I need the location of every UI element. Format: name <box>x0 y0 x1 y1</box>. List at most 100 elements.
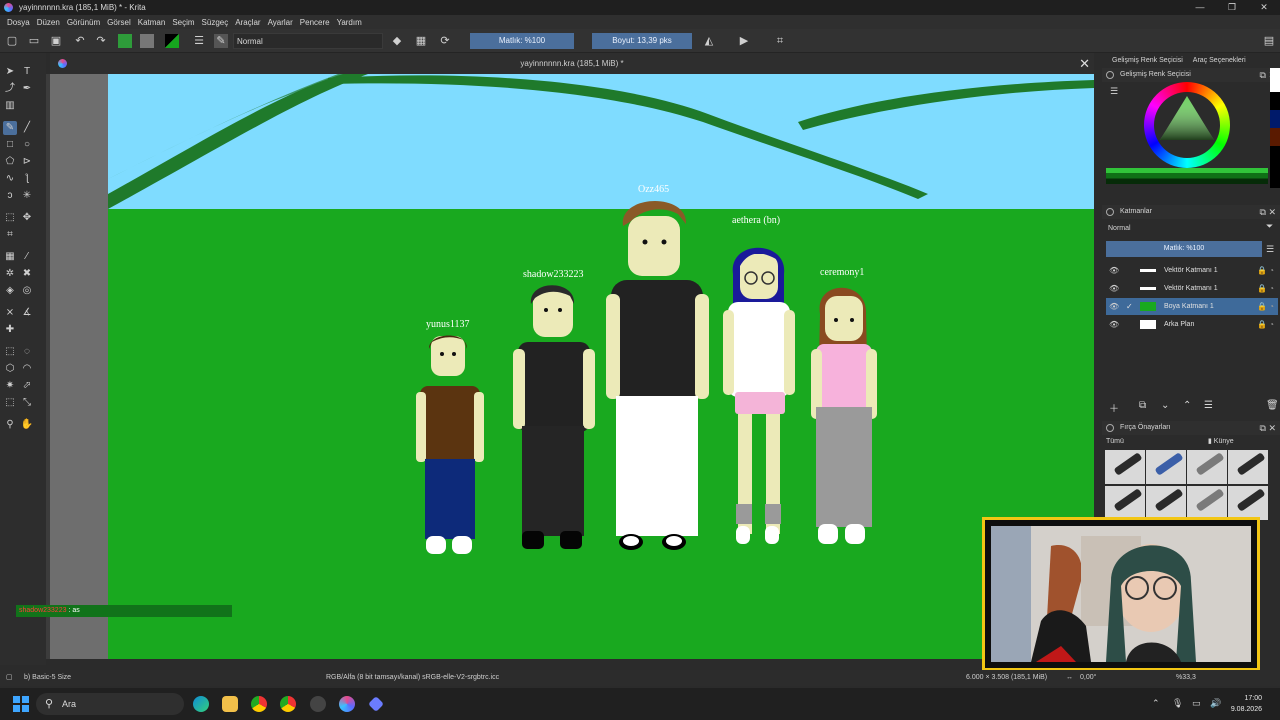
color-selector-settings-icon[interactable]: ☰ <box>1110 86 1118 97</box>
layer-lock-icons[interactable]: 🔒 ◔ <box>1257 280 1274 297</box>
menu-layer[interactable]: Katman <box>138 18 166 27</box>
mirror-vertical-icon[interactable]: ▶ <box>737 34 751 48</box>
maximize-button[interactable]: ❐ <box>1216 0 1248 15</box>
layer-lock-icons[interactable]: 🔒 ◔ <box>1257 316 1274 333</box>
mirror-horizontal-icon[interactable]: ◭ <box>702 34 716 48</box>
brush-preset[interactable] <box>1228 485 1268 520</box>
transform-tool-icon[interactable]: ⬚ <box>3 211 17 225</box>
menu-view[interactable]: Görünüm <box>67 18 100 27</box>
color-palette-strip[interactable] <box>1270 68 1280 188</box>
line-tool-icon[interactable]: ╱ <box>20 121 34 135</box>
open-folder-icon[interactable]: ▭ <box>27 34 41 48</box>
file-explorer-app-icon[interactable] <box>222 696 238 712</box>
app-taskbar-icon[interactable] <box>368 696 384 712</box>
layer-opacity-slider[interactable]: Matlık: %100 <box>1106 241 1262 257</box>
canvas-area[interactable]: yunus1137 shadow233223 Ozz465 aethera (b… <box>46 74 1094 659</box>
size-slider[interactable]: Boyut: 13,39 pks <box>592 33 692 49</box>
document-tab-title[interactable]: yayinnnnnn.kra (185,1 MiB) * <box>50 53 1094 74</box>
colorize-mask-tool-icon[interactable]: ✲ <box>3 267 17 281</box>
blend-mode-select[interactable]: Normal <box>233 33 383 49</box>
color-picker-tool-icon[interactable]: ⁄ <box>20 250 34 264</box>
minimize-button[interactable]: — <box>1184 0 1216 15</box>
undo-icon[interactable]: ↶ <box>73 34 87 48</box>
brush-preset[interactable] <box>1187 485 1227 520</box>
ellipse-select-tool-icon[interactable]: ◌ <box>20 345 34 359</box>
eraser-icon[interactable]: ◆ <box>390 34 404 48</box>
obs-app-icon[interactable] <box>310 696 326 712</box>
edge-app-icon[interactable] <box>193 696 209 712</box>
contiguous-select-tool-icon[interactable]: ✷ <box>3 379 17 393</box>
tray-chevron-icon[interactable]: ⌃ <box>1152 698 1160 709</box>
select-shapes-tool-icon[interactable]: ➤ <box>3 65 17 79</box>
add-layer-icon[interactable]: ＋ <box>1109 400 1119 415</box>
ellipse-tool-icon[interactable]: ○ <box>20 138 34 152</box>
chrome-app-icon-2[interactable] <box>280 696 296 712</box>
menu-tools[interactable]: Araçlar <box>235 18 260 27</box>
brush-tag-select[interactable]: ▮ Künye <box>1208 436 1268 448</box>
redo-icon[interactable]: ↷ <box>94 34 108 48</box>
close-document-icon[interactable]: ✕ <box>1079 56 1090 72</box>
zoom-status[interactable]: %33,3 <box>1176 670 1196 686</box>
menu-window[interactable]: Pencere <box>300 18 330 27</box>
fg-bg-color-icon[interactable] <box>165 34 179 48</box>
magnetic-select-tool-icon[interactable]: ⤡ <box>20 396 34 410</box>
docker-controls-icon[interactable]: ⧉ ✕ <box>1260 205 1276 219</box>
menu-settings[interactable]: Ayarlar <box>268 18 293 27</box>
brush-preset[interactable] <box>1146 450 1186 484</box>
system-clock[interactable]: 17:00 9.08.2026 <box>1231 693 1262 715</box>
menu-help[interactable]: Yardım <box>337 18 362 27</box>
save-icon[interactable]: ▣ <box>49 34 63 48</box>
network-icon[interactable]: ▭ <box>1192 698 1201 709</box>
layer-lock-icons[interactable]: 🔒 ◔ <box>1257 262 1274 279</box>
multibrush-tool-icon[interactable]: ✳ <box>20 189 34 203</box>
docker-lock-icon[interactable] <box>1106 424 1114 432</box>
bezier-select-tool-icon[interactable]: ⬚ <box>3 396 17 410</box>
crop-tool-icon[interactable]: ⌗ <box>3 228 17 242</box>
brush-preset[interactable] <box>1105 485 1145 520</box>
reload-preset-icon[interactable]: ⟳ <box>438 34 452 48</box>
brush-status-icon[interactable]: ▢ <box>6 670 13 686</box>
bezier-tool-icon[interactable]: ∿ <box>3 172 17 186</box>
layer-row[interactable]: 👁 Vektör Katmanı 1 🔒 ◔ <box>1106 262 1278 279</box>
move-layer-down-icon[interactable]: ⌄ <box>1161 400 1169 411</box>
volume-icon[interactable]: 🔊 <box>1210 698 1221 709</box>
delete-layer-icon[interactable]: 🗑 <box>1266 400 1279 411</box>
opacity-slider[interactable]: Matlık: %100 <box>470 33 574 49</box>
menu-filter[interactable]: Süzgeç <box>202 18 229 27</box>
visibility-eye-icon[interactable]: 👁 <box>1109 280 1119 297</box>
layer-blend-mode-select[interactable]: Normal <box>1106 222 1256 235</box>
polyline-tool-icon[interactable]: ⊳ <box>20 155 34 169</box>
visibility-eye-icon[interactable]: 👁 <box>1109 298 1119 315</box>
wrap-around-icon[interactable]: ⌗ <box>773 34 787 48</box>
enclose-fill-tool-icon[interactable]: ◎ <box>20 284 34 298</box>
brush-preset[interactable] <box>1187 450 1227 484</box>
dynamic-brush-tool-icon[interactable]: ↄ <box>3 189 17 203</box>
rotation-icon[interactable]: ↔ <box>1066 670 1073 686</box>
layer-options-icon[interactable]: ☰ <box>1266 244 1274 255</box>
painting-canvas[interactable]: yunus1137 shadow233223 Ozz465 aethera (b… <box>108 74 1094 659</box>
reference-images-tool-icon[interactable]: ✚ <box>3 323 17 337</box>
edit-shapes-tool-icon[interactable]: ⤴ <box>3 82 17 96</box>
visibility-eye-icon[interactable]: 👁 <box>1109 316 1119 333</box>
start-button[interactable] <box>13 696 29 712</box>
layer-lock-icons[interactable]: 🔒 ◔ <box>1257 298 1274 315</box>
brush-preset[interactable] <box>1146 485 1186 520</box>
chrome-app-icon[interactable] <box>251 696 267 712</box>
layer-checked-icon[interactable]: ✓ <box>1126 298 1133 315</box>
menu-image[interactable]: Görsel <box>107 18 131 27</box>
brush-settings-icon[interactable]: ☰ <box>192 34 206 48</box>
microphone-icon[interactable]: 🎙 <box>1172 698 1183 709</box>
taskbar-search[interactable]: ⚲ Ara <box>36 693 184 715</box>
alpha-lock-icon[interactable]: ▦ <box>414 34 428 48</box>
move-tool-icon[interactable]: ✥ <box>20 211 34 225</box>
layer-filter-icon[interactable]: ⏷ <box>1266 221 1273 232</box>
menu-file[interactable]: Dosya <box>7 18 30 27</box>
tab-advanced-color-selector[interactable]: Gelişmiş Renk Seçicisi <box>1112 53 1183 68</box>
brush-preset-filter-select[interactable]: Tümü <box>1106 436 1198 448</box>
tab-tool-options[interactable]: Araç Seçenekleri <box>1193 53 1246 68</box>
move-layer-up-icon[interactable]: ⌃ <box>1183 400 1191 411</box>
polygon-select-tool-icon[interactable]: ⬡ <box>3 362 17 376</box>
similar-select-tool-icon[interactable]: ⬀ <box>20 379 34 393</box>
layer-row[interactable]: 👁 ✓ Boya Katmanı 1 🔒 ◔ <box>1106 298 1278 315</box>
freehand-brush-tool-icon[interactable]: ✎ <box>3 121 17 135</box>
